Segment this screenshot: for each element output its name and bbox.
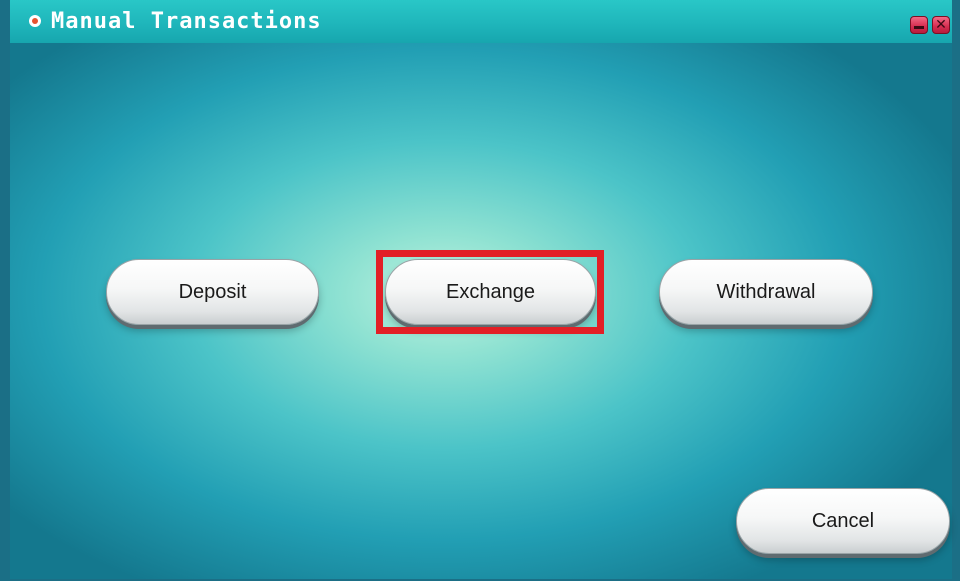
deposit-button[interactable]: Deposit <box>106 259 319 325</box>
transactions-panel: Deposit Exchange Withdrawal Cancel <box>10 43 952 579</box>
withdrawal-button[interactable]: Withdrawal <box>659 259 873 325</box>
title-bar[interactable]: Manual Transactions ✕ <box>10 0 952 43</box>
cancel-button[interactable]: Cancel <box>736 488 950 554</box>
window-title: Manual Transactions <box>51 9 322 34</box>
minimize-button[interactable] <box>910 16 928 34</box>
manual-transactions-window: Manual Transactions ✕ Deposit Exchange W… <box>0 0 960 581</box>
exchange-button[interactable]: Exchange <box>385 259 596 325</box>
close-icon: ✕ <box>935 17 947 33</box>
close-button[interactable]: ✕ <box>932 16 950 34</box>
app-dot-icon <box>29 15 41 27</box>
minimize-icon <box>914 26 924 29</box>
